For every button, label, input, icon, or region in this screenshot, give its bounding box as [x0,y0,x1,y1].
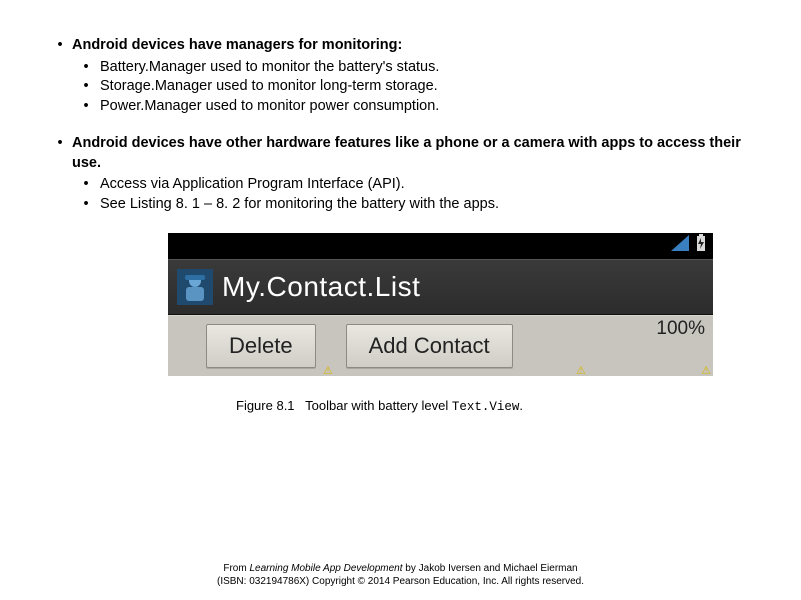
android-toolbar: Delete Add Contact 100% ⚠ ⚠ ⚠ [168,315,713,376]
warning-icon: ⚠ [701,364,711,377]
sub-bullet: • See Listing 8. 1 – 8. 2 for monitoring… [72,195,753,215]
sub-bullet: • Power.Manager used to monitor power co… [72,97,753,117]
bullet-2: • Android devices have other hardware fe… [48,134,753,214]
caption-code: Text.View [452,400,520,414]
sub-bullet: • Storage.Manager used to monitor long-t… [72,77,753,97]
sub-bullet: • Access via Application Program Interfa… [72,175,753,195]
bullet-dot-icon: • [72,97,100,117]
warning-icon: ⚠ [576,364,586,377]
android-status-bar [168,233,713,259]
bullet-1: • Android devices have managers for moni… [48,36,753,116]
caption-text: Toolbar with battery level [305,398,448,413]
footer-book-title: Learning Mobile App Development [249,563,402,574]
sub-bullet-text: Battery.Manager used to monitor the batt… [100,58,753,78]
figure-8-1: My.Contact.List Delete Add Contact 100% … [168,233,753,414]
footer-pre: From [223,563,249,574]
figure-caption: Figure 8.1 Toolbar with battery level Te… [236,398,753,414]
android-title-bar: My.Contact.List [168,259,713,315]
caption-label: Figure 8.1 [236,398,295,413]
footer-line-1: From Learning Mobile App Development by … [0,562,801,575]
battery-charge-icon [695,234,707,257]
bullet-dot-icon: • [72,195,100,215]
android-screenshot: My.Contact.List Delete Add Contact 100% … [168,233,713,376]
delete-button[interactable]: Delete [206,324,316,368]
slide-page: • Android devices have managers for moni… [0,0,801,600]
bullet-2-head: Android devices have other hardware feat… [72,135,741,171]
bullet-1-head: Android devices have managers for monito… [72,37,402,53]
sub-bullet-text: Storage.Manager used to monitor long-ter… [100,77,753,97]
bullet-1-sublist: • Battery.Manager used to monitor the ba… [72,58,753,117]
bullet-1-content: Android devices have managers for monito… [72,36,753,116]
sub-bullet-text: See Listing 8. 1 – 8. 2 for monitoring t… [100,195,753,215]
footer-authors: by Jakob Iversen and Michael Eierman [403,563,578,574]
bullet-dot-icon: • [72,175,100,195]
bullet-dot-icon: • [48,36,72,116]
caption-period: . [519,398,523,413]
signal-icon [671,235,689,256]
bullet-2-content: Android devices have other hardware feat… [72,134,753,214]
app-icon [176,268,214,306]
add-contact-button[interactable]: Add Contact [346,324,513,368]
sub-bullet-text: Access via Application Program Interface… [100,175,753,195]
bullet-dot-icon: • [48,134,72,214]
sub-bullet-text: Power.Manager used to monitor power cons… [100,97,753,117]
bullet-dot-icon: • [72,58,100,78]
bullet-2-sublist: • Access via Application Program Interfa… [72,175,753,214]
app-title: My.Contact.List [222,271,420,303]
warning-icon: ⚠ [323,364,333,377]
sub-bullet: • Battery.Manager used to monitor the ba… [72,58,753,78]
slide-footer: From Learning Mobile App Development by … [0,562,801,588]
footer-line-2: (ISBN: 032194786X) Copyright © 2014 Pear… [0,575,801,588]
battery-percentage-text: 100% [656,318,705,340]
bullet-dot-icon: • [72,77,100,97]
